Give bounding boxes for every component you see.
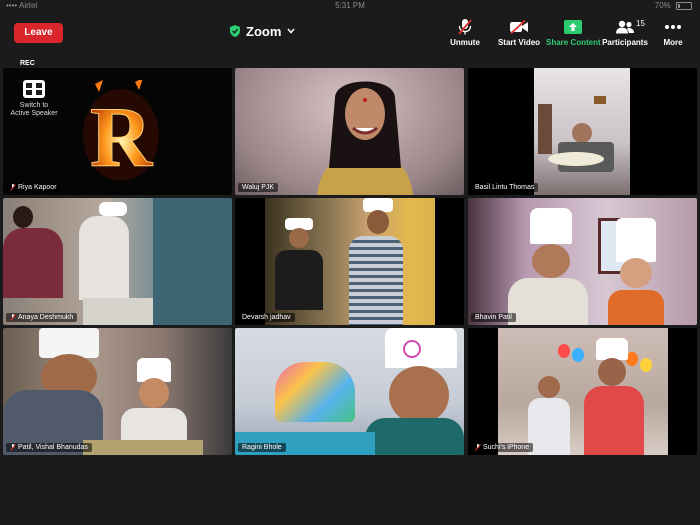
shield-icon <box>230 25 240 37</box>
video-tile-ragini-bhole[interactable]: Ragini Bhole <box>235 328 464 455</box>
participant-name-tag: Basil Lintu Thomas <box>471 183 539 192</box>
meeting-title: Zoom <box>246 23 282 39</box>
participant-name-tag: Riya Kapoor <box>6 183 61 192</box>
share-content-label: Share Content <box>546 38 601 47</box>
clock: 5:31 PM <box>335 1 365 10</box>
participant-name: Suchi's iPhone <box>483 444 530 451</box>
participant-video-figure <box>317 81 413 195</box>
mic-muted-icon <box>458 19 472 35</box>
mic-muted-icon <box>10 184 16 191</box>
participant-name-tag: Ragini Bhole <box>238 443 286 452</box>
participant-name-tag: Devarsh jadhav <box>238 313 295 322</box>
participants-label: Participants <box>602 38 648 47</box>
share-content-button[interactable]: Share Content <box>546 18 601 48</box>
status-bar: •••• Airtel 5:31 PM 70% <box>0 0 700 12</box>
battery-icon <box>676 1 692 10</box>
participant-name-tag: Suchi's iPhone <box>471 443 534 452</box>
participant-name: Riya Kapoor <box>18 184 57 191</box>
start-video-button[interactable]: Start Video <box>496 18 542 48</box>
video-tile-bhavin-patil[interactable]: Bhavin Patil <box>468 198 697 325</box>
video-tile-suchis-iphone[interactable]: Suchi's iPhone <box>468 328 697 455</box>
participant-name: Patil, Vishal Bhanudas <box>18 444 88 451</box>
more-label: More <box>663 38 683 47</box>
participant-video-area <box>498 328 668 455</box>
more-icon <box>665 25 681 29</box>
battery-label: 70% <box>654 1 671 10</box>
mic-muted-icon <box>10 314 16 321</box>
participants-icon <box>616 20 634 34</box>
start-video-label: Start Video <box>497 38 541 47</box>
video-off-icon <box>510 20 528 34</box>
battery-status: 70% <box>655 1 692 10</box>
chevron-down-icon <box>287 28 295 34</box>
participant-name-tag: Anaya Deshmukh <box>6 313 78 322</box>
participant-name: Waluj PJK <box>242 184 275 191</box>
switch-to-active-speaker-button[interactable]: Switch to Active Speaker <box>10 80 58 118</box>
participant-name: Anaya Deshmukh <box>18 314 74 321</box>
mic-muted-icon <box>10 444 16 451</box>
switch-view-label: Switch to Active Speaker <box>10 102 58 117</box>
video-tile-anaya-deshmukh[interactable]: Anaya Deshmukh <box>3 198 232 325</box>
participant-count-badge: 15 <box>636 19 645 28</box>
recording-indicator: REC <box>20 60 35 67</box>
video-tile-waluj-pjk[interactable]: Waluj PJK <box>235 68 464 195</box>
video-tile-devarsh-jadhav[interactable]: Devarsh jadhav <box>235 198 464 325</box>
unmute-button[interactable]: Unmute <box>446 18 484 48</box>
avatar: R <box>83 80 159 180</box>
participant-name: Basil Lintu Thomas <box>475 184 535 191</box>
share-screen-icon <box>564 20 582 34</box>
participant-name: Bhavin Patil <box>475 314 512 321</box>
avatar-letter: R <box>90 89 153 180</box>
participant-video-area <box>534 68 630 195</box>
unmute-label: Unmute <box>450 38 480 47</box>
video-tile-patil-vishal-bhanudas[interactable]: Patil, Vishal Bhanudas <box>3 328 232 455</box>
leave-button[interactable]: Leave <box>14 23 63 43</box>
meeting-title-menu[interactable]: Zoom <box>230 22 295 40</box>
active-speaker-icon <box>23 80 45 98</box>
participant-name-tag: Bhavin Patil <box>471 313 516 322</box>
participant-name-tag: Waluj PJK <box>238 183 279 192</box>
participant-name: Ragini Bhole <box>242 444 282 451</box>
participant-name: Devarsh jadhav <box>242 314 291 321</box>
video-tile-basil-lintu-thomas[interactable]: Basil Lintu Thomas <box>468 68 697 195</box>
participant-video-area <box>265 198 435 325</box>
more-button[interactable]: More <box>658 18 688 48</box>
participant-name-tag: Patil, Vishal Bhanudas <box>6 443 92 452</box>
mic-muted-icon <box>475 444 481 451</box>
